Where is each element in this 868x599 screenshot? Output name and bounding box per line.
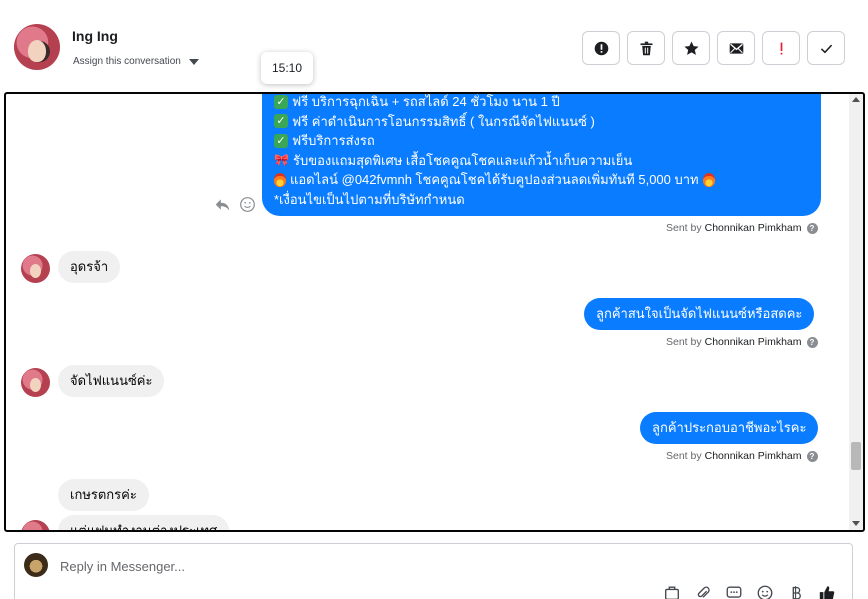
contact-name[interactable]: Ing Ing (72, 28, 118, 44)
timestamp-tooltip: 15:10 (261, 52, 313, 84)
outgoing-message[interactable]: ลูกค้าประกอบอาชีพอะไรคะ (640, 412, 819, 444)
scroll-down-arrow-icon[interactable] (852, 521, 860, 526)
promo-line: 🎀 รับของแถมสุดพิเศษ เสื้อโชคคูณโชคและแก้… (274, 152, 633, 168)
assign-conversation-dropdown[interactable]: Assign this conversation (73, 56, 199, 67)
tooltip-time: 15:10 (271, 61, 303, 75)
promo-line: ✓ ฟรี บริการฉุกเฉิน + รถสไลด์ 24 ชั่วโมง… (274, 94, 809, 112)
scrollbar[interactable] (849, 94, 863, 530)
check-emoji-icon: ✓ (274, 114, 288, 129)
caret-down-icon (188, 58, 199, 65)
sender-name: Chonnikan Pimkham (704, 222, 802, 234)
react-smiley-icon[interactable] (239, 196, 256, 213)
promo-line: ✓ ฟรีบริการส่งรถ (274, 131, 809, 151)
chat-bubble-icon[interactable] (725, 584, 743, 599)
fire-emoji-icon (702, 172, 715, 187)
scroll-up-arrow-icon[interactable] (852, 97, 860, 102)
emoji-icon[interactable] (756, 584, 774, 599)
outgoing-message[interactable]: ลูกค้าสนใจเป็นจัดไฟแนนซ์หรือสดคะ (584, 298, 815, 330)
incoming-message[interactable]: จัดไฟแนนซ์ค่ะ (58, 365, 165, 397)
promo-line: *เงื่อนไขเป็นไปตามที่บริษัทกำหนด (274, 191, 465, 207)
trash-icon (640, 41, 652, 55)
reply-input[interactable] (60, 556, 660, 576)
follow-up-button[interactable] (762, 31, 800, 65)
conversation-header: Ing Ing Assign this conversation 15:10 (0, 0, 868, 92)
incoming-message[interactable]: เกษรตกรค่ะ (58, 479, 149, 511)
check-emoji-icon: ✓ (274, 133, 288, 148)
incoming-message[interactable]: อุดรจ้า (58, 251, 121, 283)
mark-unread-button[interactable] (717, 31, 755, 65)
exclamation-icon (780, 42, 782, 54)
assign-label: Assign this conversation (73, 56, 181, 67)
composer-tools (663, 584, 836, 599)
contact-avatar[interactable] (14, 24, 60, 70)
scrollbar-thumb[interactable] (851, 442, 861, 470)
saved-reply-icon[interactable] (663, 584, 681, 599)
sent-by-label: Sent by Chonnikan Pimkham ? (666, 222, 818, 234)
outgoing-promo-message[interactable]: ✓ ฟรี บริการฉุกเฉิน + รถสไลด์ 24 ชั่วโมง… (262, 94, 821, 216)
promo-line: ✓ ฟรี ค่าดำเนินการโอนกรรมสิทธิ์ ( ในกรณี… (274, 112, 809, 132)
contact-avatar-small (21, 254, 50, 283)
message-actions (214, 196, 256, 213)
envelope-icon (729, 42, 743, 54)
page-avatar (24, 553, 48, 577)
help-icon[interactable]: ? (806, 450, 818, 462)
help-icon[interactable]: ? (806, 222, 818, 234)
fire-emoji-icon (274, 172, 286, 187)
promo-line: แอดไลน์ @042fvmnh โชคคูณโชคได้รับคูปองส่… (274, 170, 809, 190)
ribbon-emoji-icon: 🎀 (274, 152, 289, 167)
conversation-thread[interactable]: ✓ ฟรี บริการฉุกเฉิน + รถสไลด์ 24 ชั่วโมง… (4, 92, 865, 532)
reply-composer (14, 543, 853, 599)
baht-currency-icon[interactable] (787, 584, 805, 599)
help-icon[interactable]: ? (806, 336, 818, 348)
contact-avatar-small (21, 520, 50, 530)
alert-circle-icon (594, 41, 608, 55)
contact-avatar-small (21, 368, 50, 397)
conversation-toolbar (582, 31, 845, 65)
sender-name: Chonnikan Pimkham (704, 336, 802, 348)
sent-by-label: Sent by Chonnikan Pimkham ? (666, 450, 818, 462)
attachment-icon[interactable] (694, 584, 712, 599)
star-button[interactable] (672, 31, 710, 65)
sent-by-label: Sent by Chonnikan Pimkham ? (666, 336, 818, 348)
incoming-message[interactable]: แต่แฟนทำงานต่างประเทศ (58, 515, 230, 530)
star-icon (683, 41, 699, 55)
check-icon (820, 44, 832, 53)
thumbs-up-icon[interactable] (818, 584, 836, 599)
check-emoji-icon: ✓ (274, 94, 288, 109)
spam-button[interactable] (582, 31, 620, 65)
sender-name: Chonnikan Pimkham (704, 450, 802, 462)
delete-button[interactable] (627, 31, 665, 65)
reply-icon[interactable] (214, 196, 231, 213)
mark-done-button[interactable] (807, 31, 845, 65)
